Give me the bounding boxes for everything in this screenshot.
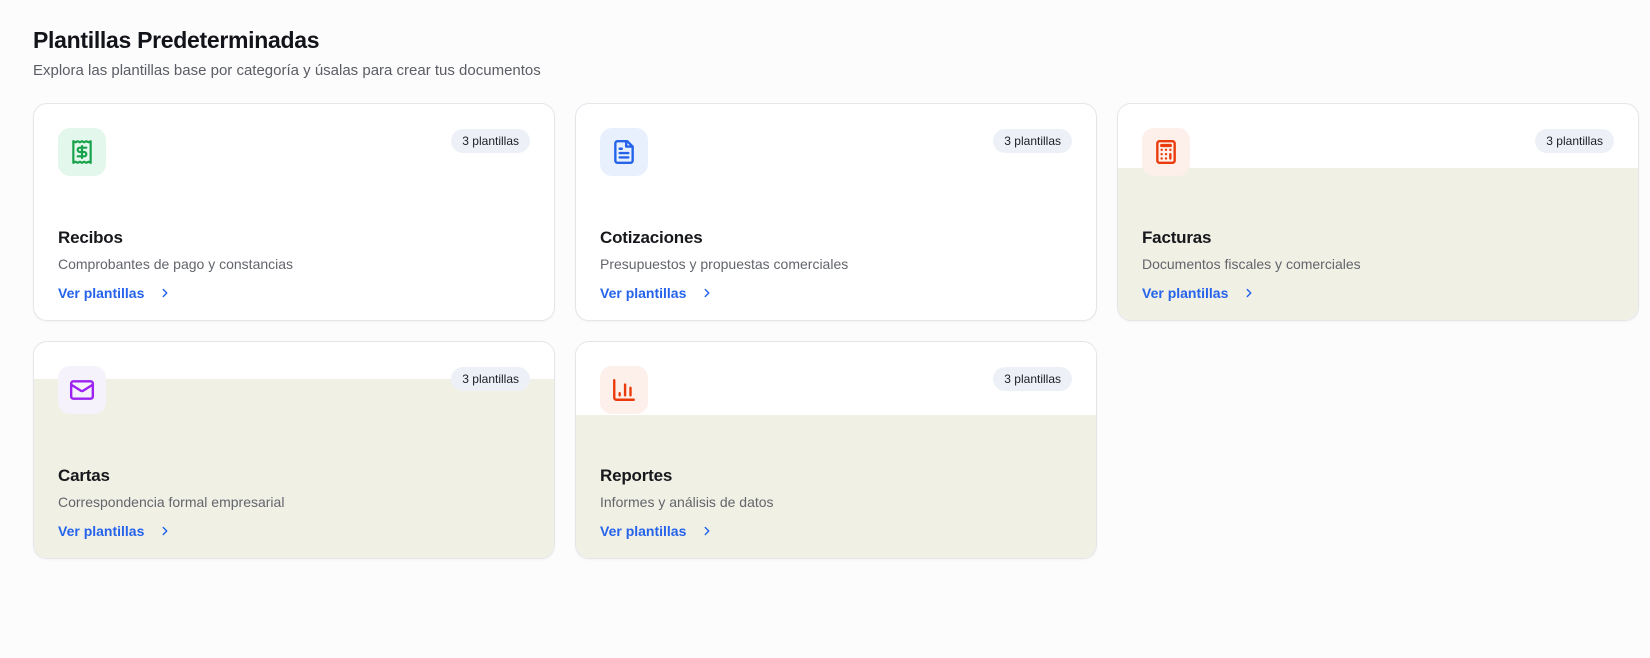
chevron-right-icon <box>162 526 168 536</box>
page-title: Plantillas Predeterminadas <box>33 27 320 53</box>
card-description: Correspondencia formal empresarial <box>58 493 285 510</box>
chevron-right-icon <box>704 526 710 536</box>
template-count-badge: 3 plantillas <box>451 366 530 391</box>
template-count-badge: 3 plantillas <box>1535 128 1614 153</box>
card-description: Informes y análisis de datos <box>600 493 774 510</box>
view-templates-label: Ver plantillas <box>1142 284 1229 301</box>
view-templates-link[interactable]: Ver plantillas <box>58 285 172 301</box>
view-templates-link[interactable]: Ver plantillas <box>1142 285 1256 301</box>
bar-chart-icon <box>600 365 648 414</box>
category-card-cotizaciones[interactable]: 3 plantillas Cotizaciones Presupuestos y… <box>575 102 1097 321</box>
view-templates-label: Ver plantillas <box>58 284 145 301</box>
view-templates-label: Ver plantillas <box>600 522 687 539</box>
template-count-badge: 3 plantillas <box>993 128 1072 153</box>
page-subtitle: Explora las plantillas base por categorí… <box>33 61 541 79</box>
template-category-grid: 3 plantillas Recibos Comprobantes de pag… <box>33 102 1650 559</box>
category-card-cartas[interactable]: 3 plantillas Cartas Correspondencia form… <box>33 340 555 559</box>
chevron-right-icon <box>162 288 168 298</box>
view-templates-link[interactable]: Ver plantillas <box>58 523 172 539</box>
card-title: Reportes <box>600 465 673 485</box>
category-card-reportes[interactable]: 3 plantillas Reportes Informes y análisi… <box>575 340 1097 559</box>
mail-icon <box>58 365 106 414</box>
receipt-icon <box>58 127 106 176</box>
template-count-badge: 3 plantillas <box>451 128 530 153</box>
file-text-icon <box>600 127 648 176</box>
view-templates-link[interactable]: Ver plantillas <box>600 285 714 301</box>
card-title: Cotizaciones <box>600 227 703 247</box>
card-title: Recibos <box>58 227 123 247</box>
view-templates-link[interactable]: Ver plantillas <box>600 523 714 539</box>
category-card-recibos[interactable]: 3 plantillas Recibos Comprobantes de pag… <box>33 102 555 321</box>
view-templates-label: Ver plantillas <box>58 522 145 539</box>
card-title: Cartas <box>58 465 110 485</box>
view-templates-label: Ver plantillas <box>600 284 687 301</box>
card-description: Presupuestos y propuestas comerciales <box>600 255 849 272</box>
template-count-badge: 3 plantillas <box>993 366 1072 391</box>
templates-page: Plantillas Predeterminadas Explora las p… <box>0 0 1650 559</box>
card-description: Comprobantes de pago y constancias <box>58 255 294 272</box>
category-card-facturas[interactable]: 3 plantillas Facturas Documentos fiscale… <box>1117 102 1639 321</box>
chevron-right-icon <box>1246 288 1252 298</box>
card-title: Facturas <box>1142 227 1212 247</box>
card-description: Documentos fiscales y comerciales <box>1142 255 1361 272</box>
chevron-right-icon <box>704 288 710 298</box>
calculator-icon <box>1142 127 1190 176</box>
